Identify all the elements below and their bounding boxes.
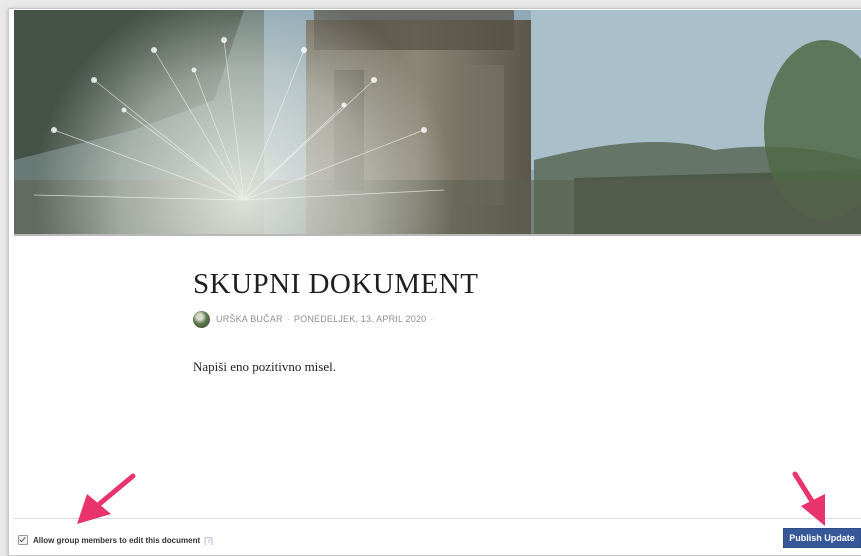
annotation-arrow-icon-right [792,471,825,526]
cover-divider [14,234,861,236]
author-avatar[interactable] [193,310,210,328]
author-name[interactable]: URŠKA BUČAR [216,314,283,324]
document-meta: URŠKA BUČAR · PONEDELJEK, 13. APRIL 2020… [193,309,713,329]
help-link[interactable]: [?] [204,536,213,545]
cover-photo [14,10,861,234]
annotation-arrow-icon [77,473,136,524]
document-title: SKUPNI DOKUMENT [193,268,479,300]
publish-update-button[interactable]: Publish Update [783,528,861,548]
footer-divider [14,518,861,519]
document-body[interactable]: Napiši eno pozitivno misel. [193,359,713,375]
document-content: SKUPNI DOKUMENT URŠKA BUČAR · PONEDELJEK… [193,266,713,375]
document-date: PONEDELJEK, 13. APRIL 2020 [293,314,427,324]
document-editor-window: SKUPNI DOKUMENT URŠKA BUČAR · PONEDELJEK… [8,8,861,556]
meta-separator: · [286,314,290,324]
allow-edit-option[interactable]: Allow group members to edit this documen… [18,535,213,545]
allow-edit-label[interactable]: Allow group members to edit this documen… [33,536,200,545]
allow-edit-checkbox[interactable] [18,535,28,545]
meta-separator-trailing: · [430,314,434,324]
